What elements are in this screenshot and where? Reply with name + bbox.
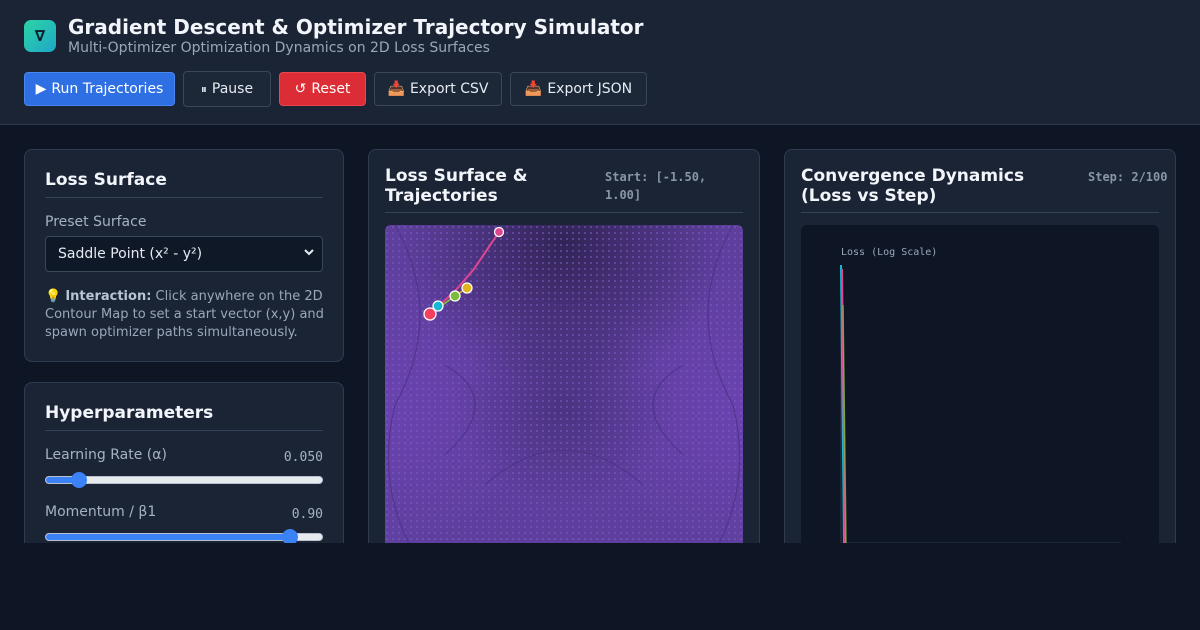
- learning-rate-slider[interactable]: [45, 472, 323, 488]
- optimizer-marker-yellow: [461, 282, 473, 294]
- chevron-down-icon: [304, 246, 314, 261]
- reset-icon: ↺: [294, 81, 307, 97]
- optimizer-marker-pink: [493, 226, 505, 238]
- run-trajectories-button[interactable]: ▶ Run Trajectories: [24, 72, 175, 106]
- download-tray-icon: 📥: [524, 81, 543, 97]
- loss-surface-heading: Loss Surface: [45, 170, 167, 190]
- preset-surface-select[interactable]: Saddle Point (x² - y²): [45, 236, 323, 272]
- app-subtitle: Multi-Optimizer Optimization Dynamics on…: [68, 40, 490, 56]
- app-header: ∇ Gradient Descent & Optimizer Trajector…: [0, 0, 1200, 125]
- optimizer-marker-green: [449, 290, 461, 302]
- learning-rate-value: 0.050: [283, 450, 323, 465]
- loss-surface-panel: Loss Surface Preset Surface Saddle Point…: [24, 149, 344, 362]
- start-point-marker: [423, 307, 437, 321]
- app-title: Gradient Descent & Optimizer Trajectory …: [68, 15, 644, 39]
- nabla-logo-icon: ∇: [24, 20, 56, 52]
- hint-bold: Interaction:: [65, 289, 152, 304]
- divider: [801, 212, 1159, 213]
- learning-rate-label: Learning Rate (α): [45, 447, 167, 463]
- convergence-heading: Convergence Dynamics (Loss vs Step): [801, 166, 1025, 206]
- divider: [45, 197, 323, 198]
- run-trajectories-label: Run Trajectories: [51, 81, 164, 97]
- reset-label: Reset: [311, 81, 351, 97]
- convergence-chart-svg: Loss (Log Scale): [840, 247, 1121, 544]
- export-json-label: Export JSON: [547, 81, 633, 97]
- momentum-fill: [46, 534, 291, 540]
- step-readout: Step: 2/100: [1088, 170, 1168, 184]
- divider: [385, 212, 743, 213]
- preset-surface-label: Preset Surface: [45, 214, 147, 230]
- divider: [45, 430, 323, 431]
- start-vector-readout: Start: [-1.50, 1.00]: [605, 170, 707, 202]
- trajectory-map-heading: Loss Surface & Trajectories: [385, 166, 528, 206]
- momentum-value: 0.90: [291, 507, 323, 522]
- momentum-slider[interactable]: [45, 529, 323, 545]
- preset-surface-value: Saddle Point (x² - y²): [58, 246, 203, 262]
- export-csv-label: Export CSV: [409, 81, 489, 97]
- pause-icon: ⏸: [200, 81, 207, 96]
- pause-label: Pause: [211, 81, 254, 97]
- learning-rate-thumb[interactable]: [71, 472, 88, 488]
- contour-map-svg[interactable]: [385, 225, 743, 555]
- contour-map[interactable]: [385, 225, 743, 555]
- momentum-label: Momentum / β1: [45, 504, 157, 520]
- play-icon: ▶: [35, 81, 47, 97]
- reset-button[interactable]: ↺ Reset: [279, 72, 366, 106]
- export-json-button[interactable]: 📥 Export JSON: [510, 72, 647, 106]
- pause-button[interactable]: ⏸ Pause: [183, 71, 271, 107]
- convergence-chart: Loss (Log Scale): [801, 225, 1159, 555]
- lightbulb-icon: 💡: [45, 289, 62, 304]
- y-axis-label: Loss (Log Scale): [841, 247, 937, 258]
- export-csv-button[interactable]: 📥 Export CSV: [374, 72, 502, 106]
- download-tray-icon: 📥: [387, 81, 405, 97]
- convergence-panel: Convergence Dynamics (Loss vs Step) Step…: [784, 149, 1176, 569]
- trajectory-map-panel: Loss Surface & Trajectories Start: [-1.5…: [368, 149, 760, 569]
- viewport-bottom: [0, 543, 1200, 630]
- hyperparameters-heading: Hyperparameters: [45, 403, 214, 423]
- interaction-hint: 💡 Interaction: Click anywhere on the 2D …: [45, 288, 327, 342]
